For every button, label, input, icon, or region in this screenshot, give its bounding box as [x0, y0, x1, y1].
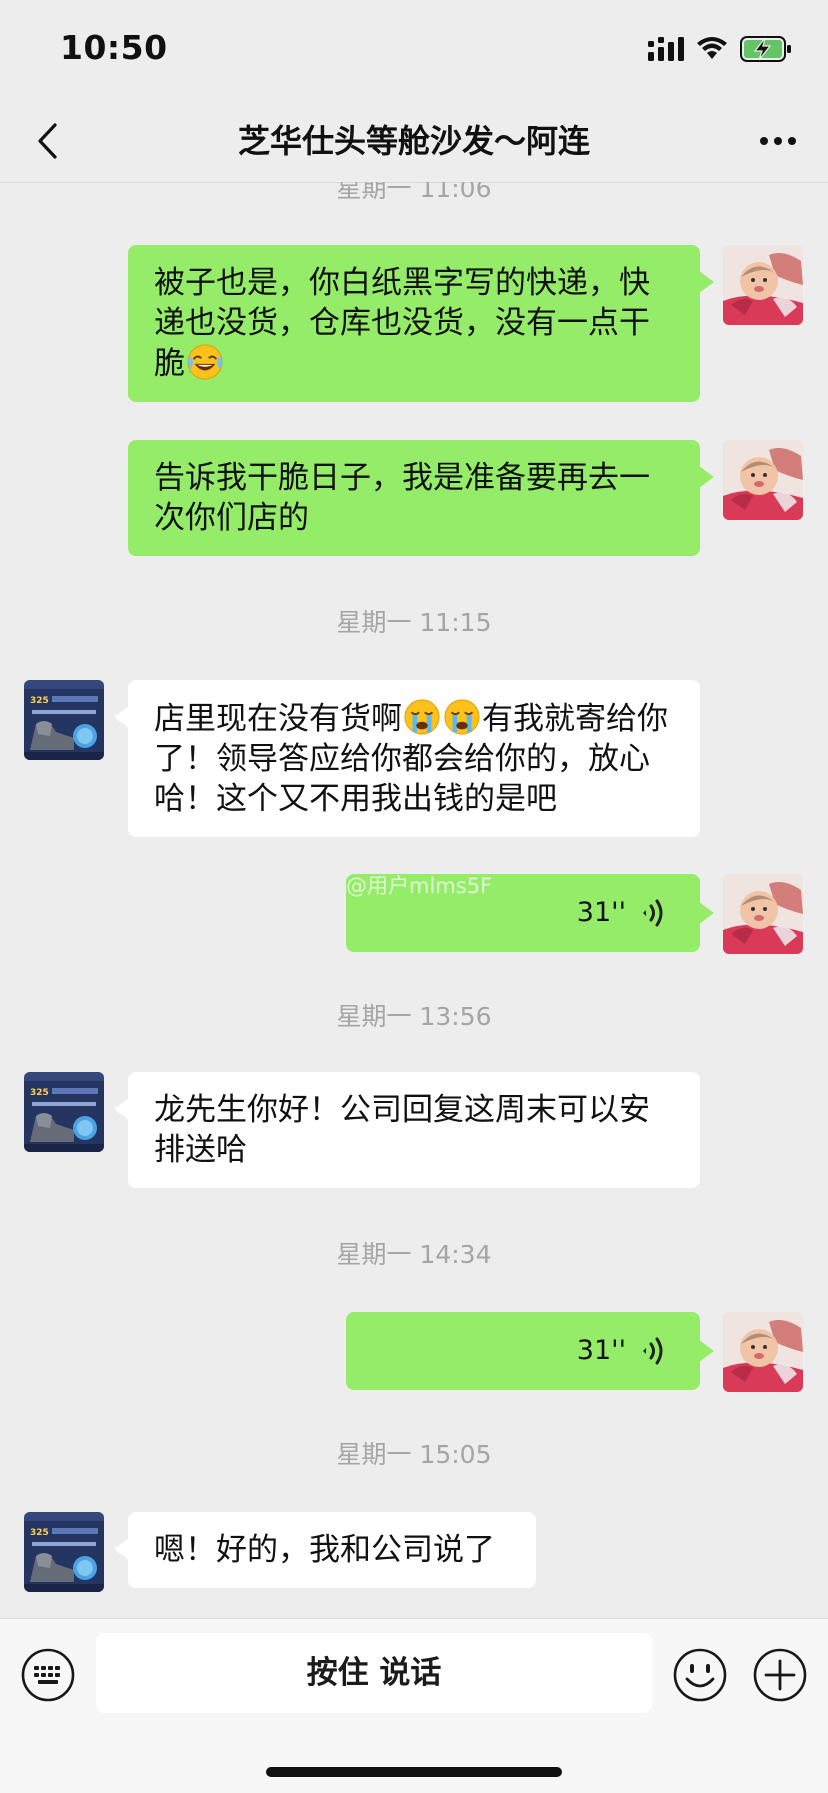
voice-wave-icon [643, 1337, 663, 1365]
loudly-crying-face-emoji [443, 698, 481, 736]
voice-wave-icon [643, 899, 663, 927]
my-avatar[interactable] [723, 1312, 803, 1392]
voice-message[interactable]: 31'' [346, 874, 714, 952]
status-time: 10:50 [60, 28, 168, 67]
more-dots-icon [760, 137, 796, 145]
status-bar: 10:50 [0, 0, 828, 100]
timestamp: 星期一 11:15 [336, 608, 492, 637]
message-bubble[interactable]: 告诉我干脆日子，我是准备要再去一次你们店的 [128, 440, 714, 556]
more-button[interactable] [752, 118, 804, 164]
my-avatar[interactable] [723, 874, 803, 954]
message-text: 告诉我干脆日子，我是准备要再去一次你们店的 [154, 460, 650, 536]
wifi-icon [697, 37, 727, 59]
message-bubble[interactable]: 店里现在没有货啊 有我就寄给你了！领导答应给你都会给你的，放心哈！这个又不用我出钱… [114, 680, 700, 837]
timestamp: 星期一 14:34 [336, 1240, 492, 1269]
home-indicator [266, 1767, 562, 1777]
status-icons [648, 34, 792, 64]
face-with-tears-of-joy-emoji [186, 343, 224, 381]
voice-duration: 31'' [576, 897, 626, 928]
back-button[interactable] [24, 118, 70, 164]
message-text: 店里现在没有货啊 [154, 701, 402, 737]
loudly-crying-face-emoji [403, 698, 441, 736]
timestamp: 星期一 13:56 [336, 1002, 492, 1031]
chat-title: 芝华仕头等舱沙发～阿连 [237, 122, 590, 160]
message-bubble[interactable]: 被子也是，你白纸黑字写的快递，快递也没货，仓库也没货，没有一点干脆 [128, 245, 714, 402]
my-avatar[interactable] [723, 245, 803, 325]
message-text: 被子也是，你白纸黑字写的快递，快递也没货，仓库也没货，没有一点干脆 [154, 265, 650, 382]
contact-avatar[interactable] [24, 1072, 104, 1152]
plus-circle-icon[interactable] [752, 1647, 808, 1703]
voice-message[interactable]: 31'' [346, 1312, 714, 1390]
smiley-icon[interactable] [672, 1647, 728, 1703]
hold-to-talk-button[interactable]: 按住 说话 [96, 1633, 652, 1713]
message-list[interactable]: 星期一 11:06 被子也是，你白纸黑字写的快递，快递也没货，仓库也没货，没有一… [0, 182, 828, 1618]
cellular-signal-icon [648, 37, 684, 61]
chevron-left-icon [38, 123, 57, 159]
my-avatar[interactable] [723, 440, 803, 520]
contact-avatar[interactable] [24, 680, 104, 760]
timestamp: 星期一 11:06 [336, 182, 492, 203]
timestamp: 星期一 15:05 [336, 1440, 492, 1469]
input-bar: 按住 说话 [0, 1618, 828, 1793]
contact-avatar[interactable] [24, 1512, 104, 1592]
battery-charging-icon [740, 36, 791, 62]
keyboard-icon[interactable] [20, 1647, 76, 1703]
message-bubble[interactable]: 龙先生你好！公司回复这周末可以安排送哈 [114, 1072, 700, 1188]
voice-duration: 31'' [576, 1335, 626, 1366]
message-bubble[interactable]: 嗯！好的，我和公司说了 [114, 1512, 536, 1588]
chat-header: 芝华仕头等舱沙发～阿连 [0, 100, 828, 183]
message-text: 龙先生你好！公司回复这周末可以安排送哈 [154, 1092, 650, 1168]
message-text: 嗯！好的，我和公司说了 [154, 1532, 495, 1568]
